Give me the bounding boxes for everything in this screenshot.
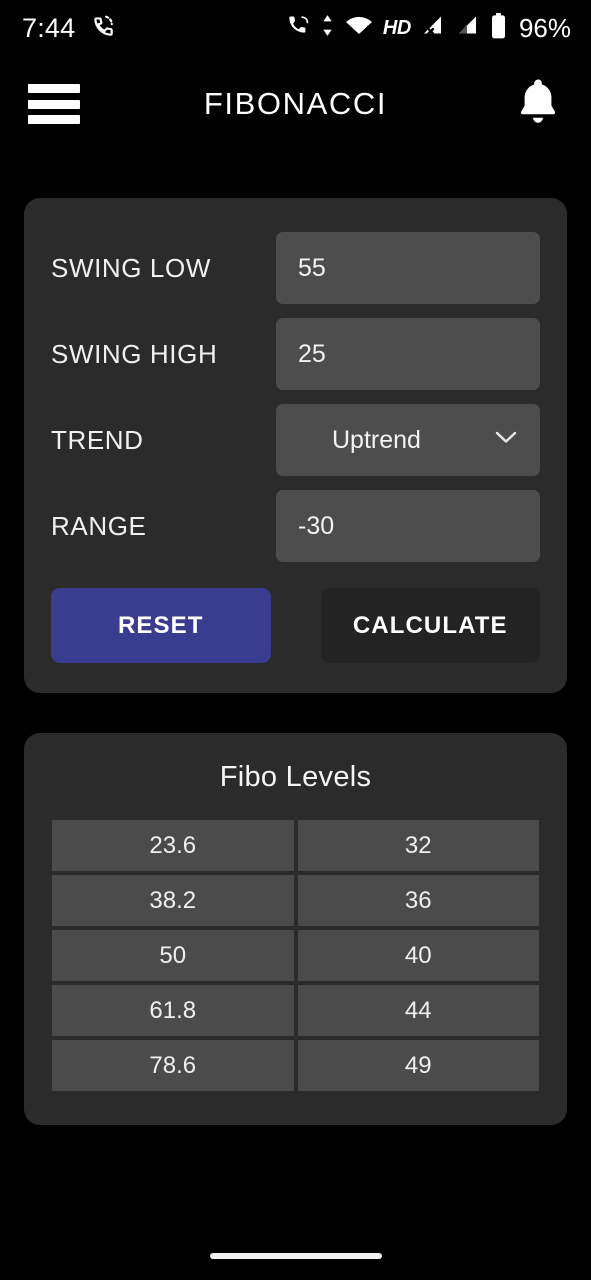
action-button-row: RESET CALCULATE — [51, 588, 540, 663]
call-active-icon — [286, 13, 311, 43]
table-cell-price: 36 — [297, 875, 539, 926]
table-cell-price: 40 — [297, 930, 539, 981]
hamburger-bar — [28, 99, 80, 109]
input-swing-high-value: 25 — [298, 339, 326, 368]
select-trend-value: Uptrend — [332, 425, 421, 454]
hamburger-bar — [28, 84, 80, 93]
input-range-value: -30 — [298, 511, 335, 540]
chevron-down-icon — [494, 430, 518, 450]
label-swing-low: SWING LOW — [51, 252, 211, 283]
svg-text:4: 4 — [365, 24, 370, 34]
page-title: FIBONACCI — [203, 86, 388, 121]
home-indicator[interactable] — [209, 1253, 382, 1259]
call-forwarding-icon — [91, 13, 117, 44]
table-cell-ratio: 23.6 — [52, 820, 294, 871]
input-range[interactable]: -30 — [276, 490, 540, 562]
fibonacci-input-card: SWING LOW 55 SWING HIGH 25 TREND Uptrend — [24, 198, 567, 693]
signal-bars-icon — [455, 13, 481, 43]
table-row: 61.8 44 — [52, 985, 539, 1036]
table-row: 78.6 49 — [52, 1040, 539, 1091]
bell-icon[interactable] — [515, 77, 561, 132]
table-row: 38.2 36 — [52, 875, 539, 926]
input-swing-high[interactable]: 25 — [276, 318, 540, 390]
status-time: 7:44 — [22, 12, 76, 43]
signal-no-service-icon — [420, 13, 446, 43]
table-row: 23.6 32 — [52, 820, 539, 871]
input-swing-low[interactable]: 55 — [276, 232, 540, 304]
fibo-levels-card: Fibo Levels 23.6 32 38.2 36 50 40 61.8 4… — [24, 733, 567, 1125]
wifi-icon: 4 — [344, 13, 374, 43]
data-transfer-icon — [320, 13, 335, 43]
label-range: RANGE — [51, 510, 147, 541]
app-bar: FIBONACCI — [0, 56, 591, 152]
reset-button[interactable]: RESET — [51, 588, 271, 663]
battery-icon — [490, 12, 507, 45]
label-swing-high: SWING HIGH — [51, 338, 218, 369]
table-cell-price: 44 — [297, 985, 539, 1036]
field-row-swing-high: SWING HIGH 25 — [51, 318, 540, 390]
hd-voice-icon: HD — [382, 16, 411, 39]
battery-percent: 96% — [518, 12, 571, 43]
table-cell-ratio: 38.2 — [52, 875, 294, 926]
field-row-trend: TREND Uptrend — [51, 404, 540, 476]
calculate-button[interactable]: CALCULATE — [320, 588, 540, 663]
field-row-swing-low: SWING LOW 55 — [51, 232, 540, 304]
label-trend: TREND — [51, 424, 144, 455]
fibo-levels-table: 23.6 32 38.2 36 50 40 61.8 44 78.6 49 — [52, 820, 539, 1091]
status-bar-left: 7:44 — [22, 13, 117, 44]
table-cell-ratio: 50 — [52, 930, 294, 981]
status-bar: 7:44 4 HD 96% — [0, 0, 591, 56]
table-cell-ratio: 61.8 — [52, 985, 294, 1036]
hamburger-bar — [28, 115, 80, 124]
hamburger-menu-icon[interactable] — [28, 84, 80, 124]
select-trend[interactable]: Uptrend — [276, 404, 540, 476]
table-cell-ratio: 78.6 — [52, 1040, 294, 1091]
table-cell-price: 49 — [297, 1040, 539, 1091]
input-swing-low-value: 55 — [298, 253, 326, 282]
field-row-range: RANGE -30 — [51, 490, 540, 562]
status-bar-right: 4 HD 96% — [286, 12, 571, 45]
table-row: 50 40 — [52, 930, 539, 981]
fibo-levels-title: Fibo Levels — [219, 761, 372, 793]
phone-screen: 7:44 4 HD 96% FIBONACCI SWING LOW 55 SWI… — [0, 0, 591, 1280]
table-cell-price: 32 — [297, 820, 539, 871]
